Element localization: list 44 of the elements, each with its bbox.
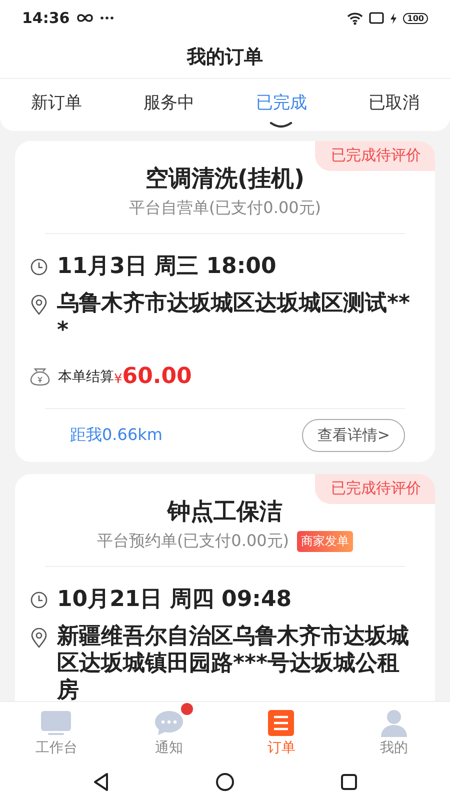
list-icon <box>267 709 296 737</box>
chat-bubble-icon <box>152 709 185 737</box>
view-details-button[interactable]: 查看详情> <box>302 419 405 452</box>
money-bag-icon <box>30 368 50 386</box>
distance-text: 距我0.66km <box>70 425 162 446</box>
status-badge: 已完成待评价 <box>315 141 435 171</box>
status-time: 14:36 <box>22 9 70 27</box>
tab-indicator-icon <box>269 121 294 129</box>
order-type: 平台自营单(已支付0.00元) <box>128 198 322 219</box>
service-address: 新疆维吾尔自治区乌鲁木齐市达坂城区达坂城镇田园路***号达坂城公租房 <box>57 623 410 701</box>
clock-icon <box>30 591 48 609</box>
monitor-icon <box>40 709 72 737</box>
settlement-amount: ¥60.00 <box>114 364 192 389</box>
tab[interactable]: 新订单 <box>0 79 112 131</box>
infinity-icon <box>76 13 94 23</box>
nav-tab[interactable]: 通知 <box>112 702 225 764</box>
service-time: 11月3日 周三 18:00 <box>57 253 276 280</box>
order-title: 空调清洗(挂机) <box>144 165 306 194</box>
location-pin-icon <box>30 295 48 315</box>
order-title: 钟点工保洁 <box>166 498 284 527</box>
status-badge: 已完成待评价 <box>315 474 435 504</box>
nav-tab[interactable]: 工作台 <box>0 702 112 764</box>
battery-level: 100 <box>403 12 428 24</box>
wifi-icon <box>347 12 364 24</box>
tab[interactable]: 服务中 <box>112 79 225 131</box>
tab[interactable]: 已完成 <box>225 79 338 131</box>
service-time: 10月21日 周四 09:48 <box>57 586 292 613</box>
tab[interactable]: 已取消 <box>338 79 450 131</box>
nav-tab[interactable]: 订单 <box>225 702 338 764</box>
more-icon <box>100 16 114 20</box>
home-icon[interactable] <box>215 772 235 792</box>
settlement-label: 本单结算 <box>58 368 114 386</box>
back-icon[interactable] <box>92 772 110 792</box>
charging-icon <box>390 12 398 24</box>
user-icon <box>378 709 409 737</box>
order-type: 平台预约单(已支付0.00元) <box>96 531 290 552</box>
nav-tab[interactable]: 我的 <box>338 702 450 764</box>
screen-icon <box>369 12 384 24</box>
location-pin-icon <box>30 628 48 648</box>
recents-icon[interactable] <box>340 773 358 791</box>
clock-icon <box>30 258 48 276</box>
page-title: 我的订单 <box>187 45 263 70</box>
service-address: 乌鲁木齐市达坂城区达坂城区测试*** <box>57 290 412 344</box>
merchant-tag: 商家发单 <box>297 531 354 552</box>
